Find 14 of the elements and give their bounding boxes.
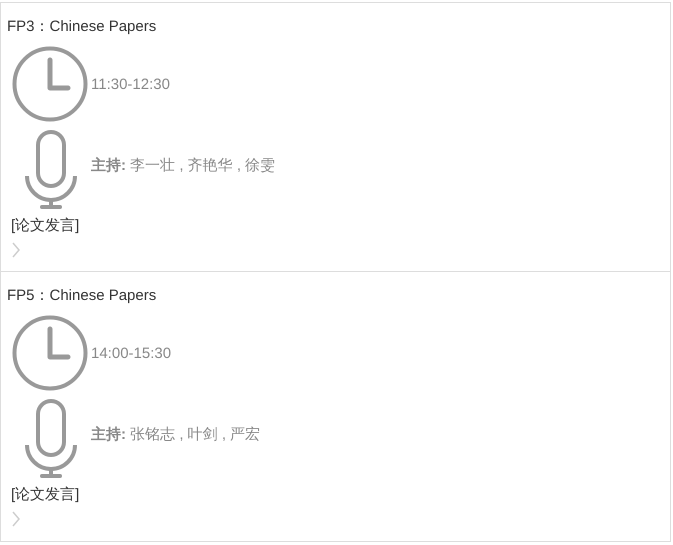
chevron-right-icon[interactable] (11, 242, 21, 258)
session-hosts: 主持: 张铭志 , 叶剑 , 严宏 (91, 424, 260, 444)
clock-icon (12, 46, 88, 122)
chevron-right-icon[interactable] (11, 511, 21, 527)
microphone-icon (24, 399, 78, 479)
session-title: FP3：Chinese Papers (7, 17, 156, 37)
session-title: FP5：Chinese Papers (7, 286, 156, 306)
session-type: [论文发言] (11, 216, 80, 236)
session-hosts: 主持: 李一壮 , 齐艳华 , 徐雯 (91, 156, 276, 174)
session-time: 11:30-12:30 (91, 76, 170, 92)
session-type: [论文发言] (11, 485, 80, 505)
clock-icon (12, 315, 88, 391)
microphone-icon (24, 130, 78, 210)
session-time: 14:00-15:30 (91, 344, 172, 362)
